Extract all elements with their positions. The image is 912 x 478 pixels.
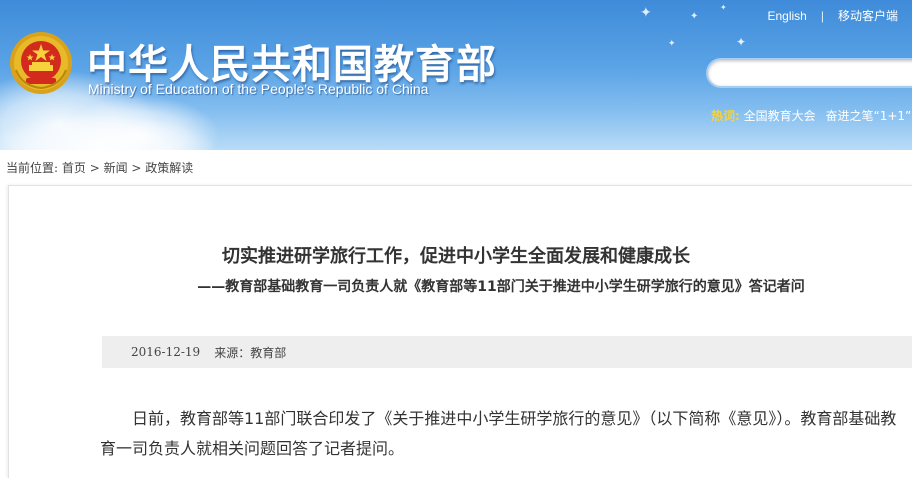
sparkle-decoration: ✦ [668, 39, 676, 49]
hot-words-label: 热词: [711, 109, 740, 123]
article-title: 切实推进研学旅行工作，促进中小学生全面发展和健康成长 [222, 246, 690, 267]
hot-word-link[interactable]: 全国教育大会 [744, 109, 816, 123]
breadcrumb-separator: > [85, 161, 104, 175]
site-header: ✦ ✦ ✦ ✦ ✦ 中华人民共和国教育部 Ministry of Educati… [0, 0, 912, 150]
sparkle-decoration: ✦ [736, 35, 747, 49]
site-subtitle: Ministry of Education of the People's Re… [88, 81, 429, 97]
sparkle-decoration: ✦ [720, 3, 727, 12]
article-body: 日前，教育部等11部门联合印发了《关于推进中小学生研学旅行的意见》（以下简称《意… [100, 409, 897, 458]
search-box[interactable] [706, 58, 912, 88]
sparkle-decoration: ✦ [640, 5, 652, 21]
national-emblem-icon[interactable] [8, 30, 74, 96]
top-links: English | 移动客户端 [768, 7, 899, 24]
english-link[interactable]: English [768, 9, 807, 23]
hot-words: 热词: 全国教育大会 奋进之笔“1+1” [711, 107, 912, 124]
article-meta-bar: 2016-12-19 来源：教育部 [102, 336, 912, 368]
article-source: 来源：教育部 [214, 345, 287, 360]
breadcrumb-news[interactable]: 新闻 [104, 161, 128, 175]
link-divider: | [820, 8, 824, 23]
hot-word-link[interactable]: 奋进之笔“1+1” [825, 109, 911, 123]
breadcrumb-separator: > [127, 161, 146, 175]
breadcrumb-prefix: 当前位置: [6, 161, 59, 175]
article-date: 2016-12-19 [131, 345, 201, 359]
mobile-client-link[interactable]: 移动客户端 [838, 7, 898, 24]
breadcrumb: 当前位置: 首页 > 新闻 > 政策解读 [6, 159, 193, 176]
search-input[interactable] [708, 60, 912, 86]
sparkle-decoration: ✦ [690, 11, 699, 22]
breadcrumb-policy[interactable]: 政策解读 [145, 161, 193, 175]
article-subtitle: ——教育部基础教育一司负责人就《教育部等11部门关于推进中小学生研学旅行的意见》… [197, 279, 805, 295]
breadcrumb-home[interactable]: 首页 [62, 161, 86, 175]
